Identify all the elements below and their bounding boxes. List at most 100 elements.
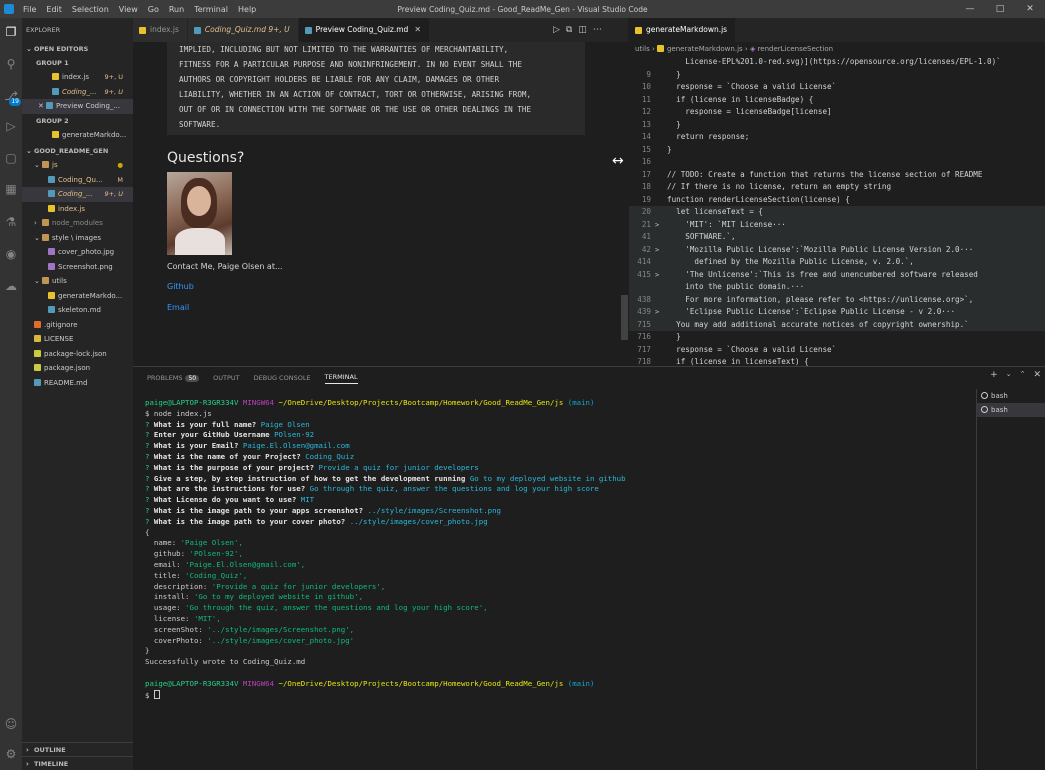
tree-folder[interactable]: ⌄ style \ images xyxy=(22,231,133,246)
terminal-input-line[interactable]: $ xyxy=(145,690,160,701)
github-link[interactable]: Github xyxy=(167,282,194,291)
profile-photo xyxy=(167,172,232,255)
open-editor-item[interactable]: ✕ Preview Coding_... xyxy=(22,99,133,114)
terminal-brace: } xyxy=(145,646,150,656)
tree-file[interactable]: skeleton.md xyxy=(22,303,133,318)
close-window-icon[interactable]: ✕ xyxy=(1015,0,1045,18)
markdown-file-icon xyxy=(48,175,55,183)
fold-chevron-icon[interactable]: > xyxy=(655,269,667,282)
email-link[interactable]: Email xyxy=(167,303,189,312)
open-editor-item[interactable]: Coding_... 9+, U xyxy=(22,85,133,100)
terminal-object-line: screenShot: '../style/images/Screenshot.… xyxy=(145,624,355,634)
license-code-block: IMPLIED, INCLUDING BUT NOT LIMITED TO TH… xyxy=(167,42,585,135)
code-editor[interactable]: License-EPL%201.0-red.svg)](https://open… xyxy=(629,56,1045,366)
code-line: 13 } xyxy=(641,119,681,129)
fold-chevron-icon[interactable]: > xyxy=(655,244,667,257)
remote-explorer-icon[interactable]: ▢ xyxy=(3,150,19,166)
tab-output[interactable]: OUTPUT xyxy=(213,374,240,382)
tree-file[interactable]: LICENSE xyxy=(22,332,133,347)
tab-coding-quiz-md[interactable]: Coding_Quiz.md 9+, U xyxy=(187,18,299,42)
folder-icon xyxy=(42,219,49,226)
source-control-icon[interactable]: ⎇ 19 xyxy=(3,88,21,106)
chevron-down-icon: ⌄ xyxy=(26,45,32,53)
terminal-brace: { xyxy=(145,527,150,537)
new-terminal-icon[interactable]: + xyxy=(990,370,998,380)
settings-gear-icon[interactable]: ⚙ xyxy=(3,746,19,762)
menu-help[interactable]: Help xyxy=(233,5,261,14)
questions-heading: Questions? xyxy=(167,150,245,166)
terminal-list-item[interactable]: bash xyxy=(977,403,1045,417)
json-file-icon xyxy=(34,364,41,371)
tree-file[interactable]: Screenshot.png xyxy=(22,260,133,275)
maximize-icon[interactable]: □ xyxy=(985,0,1015,18)
tab-problems[interactable]: PROBLEMS 50 xyxy=(147,374,200,382)
preview-scrollbar[interactable] xyxy=(621,295,628,340)
terminal-list-item[interactable]: bash xyxy=(977,389,1045,403)
maximize-panel-icon[interactable]: ⌃ xyxy=(1020,370,1026,380)
js-file-icon xyxy=(52,73,59,80)
menu-edit[interactable]: Edit xyxy=(41,5,67,14)
outline-header[interactable]: › OUTLINE xyxy=(22,742,133,756)
tree-file[interactable]: package.json xyxy=(22,361,133,376)
vscode-logo-icon xyxy=(4,4,14,14)
close-panel-icon[interactable]: ✕ xyxy=(1033,370,1041,380)
tree-file[interactable]: index.js xyxy=(22,202,133,217)
search-icon[interactable]: ⚲ xyxy=(3,56,19,72)
timeline-header[interactable]: › TIMELINE xyxy=(22,756,133,770)
tree-file[interactable]: .gitignore xyxy=(22,318,133,333)
tab-terminal[interactable]: TERMINAL xyxy=(324,373,358,384)
run-icon[interactable]: ▷ xyxy=(553,25,560,35)
open-source-icon[interactable]: ⧉ xyxy=(566,25,572,35)
more-actions-icon[interactable]: ⋯ xyxy=(593,25,602,35)
github-icon[interactable]: ◉ xyxy=(3,246,19,262)
menu-selection[interactable]: Selection xyxy=(67,5,114,14)
open-editor-item[interactable]: index.js 9+, U xyxy=(22,70,133,85)
code-line: 17// TODO: Create a function that return… xyxy=(641,169,983,179)
tree-file[interactable]: Coding_... 9+, U xyxy=(22,187,133,202)
breadcrumb-folder[interactable]: utils xyxy=(635,45,650,53)
open-editor-item[interactable]: generateMarkdo... xyxy=(22,128,133,143)
tree-folder-js[interactable]: ⌄ js ● xyxy=(22,158,133,173)
tab-index-js[interactable]: index.js xyxy=(133,18,188,42)
minimize-icon[interactable]: — xyxy=(955,0,985,18)
tree-file[interactable]: cover_photo.jpg xyxy=(22,245,133,260)
fold-chevron-icon[interactable]: > xyxy=(655,306,667,319)
tree-file[interactable]: README.md xyxy=(22,376,133,391)
project-header[interactable]: ⌄ GOOD_README_GEN xyxy=(22,144,133,158)
open-editors-header[interactable]: ⌄ OPEN EDITORS xyxy=(22,42,133,56)
account-icon[interactable]: ☺ xyxy=(3,716,19,732)
docker-icon[interactable]: ☁ xyxy=(3,278,19,294)
tree-folder[interactable]: › node_modules xyxy=(22,216,133,231)
breadcrumb-file[interactable]: generateMarkdown.js xyxy=(667,45,743,53)
tab-debug-console[interactable]: DEBUG CONSOLE xyxy=(254,374,311,382)
chevron-down-icon[interactable]: ⌄ xyxy=(1006,370,1012,380)
code-line: 11 if (license in licenseBadge) { xyxy=(641,94,814,104)
close-icon[interactable]: ✕ xyxy=(38,99,46,114)
window-controls: — □ ✕ xyxy=(955,0,1045,18)
terminal-cursor xyxy=(153,690,160,699)
menu-go[interactable]: Go xyxy=(143,5,164,14)
close-icon[interactable]: ✕ xyxy=(414,18,421,42)
terminal-object-line: license: 'MIT', xyxy=(145,614,221,623)
testing-icon[interactable]: ⚗ xyxy=(3,214,19,230)
tree-file[interactable]: generateMarkdo... xyxy=(22,289,133,304)
tab-preview-coding-quiz[interactable]: Preview Coding_Quiz.md ✕ xyxy=(298,18,431,42)
tab-generate-markdown-js[interactable]: generateMarkdown.js xyxy=(629,18,737,42)
terminal-output[interactable]: paige@LAPTOP-R3GR334V MINGW64 ~/OneDrive… xyxy=(145,398,973,758)
menu-run[interactable]: Run xyxy=(164,5,189,14)
tree-file[interactable]: package-lock.json xyxy=(22,347,133,362)
fold-chevron-icon[interactable]: > xyxy=(655,219,667,232)
explorer-icon[interactable]: ❐ xyxy=(3,24,19,40)
tree-folder[interactable]: ⌄ utils xyxy=(22,274,133,289)
menu-file[interactable]: File xyxy=(18,5,41,14)
terminal-object-line: name: 'Paige Olsen', xyxy=(145,538,243,548)
menu-terminal[interactable]: Terminal xyxy=(189,5,233,14)
menu-view[interactable]: View xyxy=(114,5,143,14)
preview-icon xyxy=(304,26,312,34)
breadcrumb-symbol[interactable]: renderLicenseSection xyxy=(758,45,834,53)
split-editor-icon[interactable]: ◫ xyxy=(578,25,587,35)
chevron-down-icon: ⌄ xyxy=(34,233,40,242)
run-debug-icon[interactable]: ▷ xyxy=(3,118,19,134)
tree-file[interactable]: Coding_Qu... M xyxy=(22,173,133,188)
extensions-icon[interactable]: ▦ xyxy=(3,181,19,197)
